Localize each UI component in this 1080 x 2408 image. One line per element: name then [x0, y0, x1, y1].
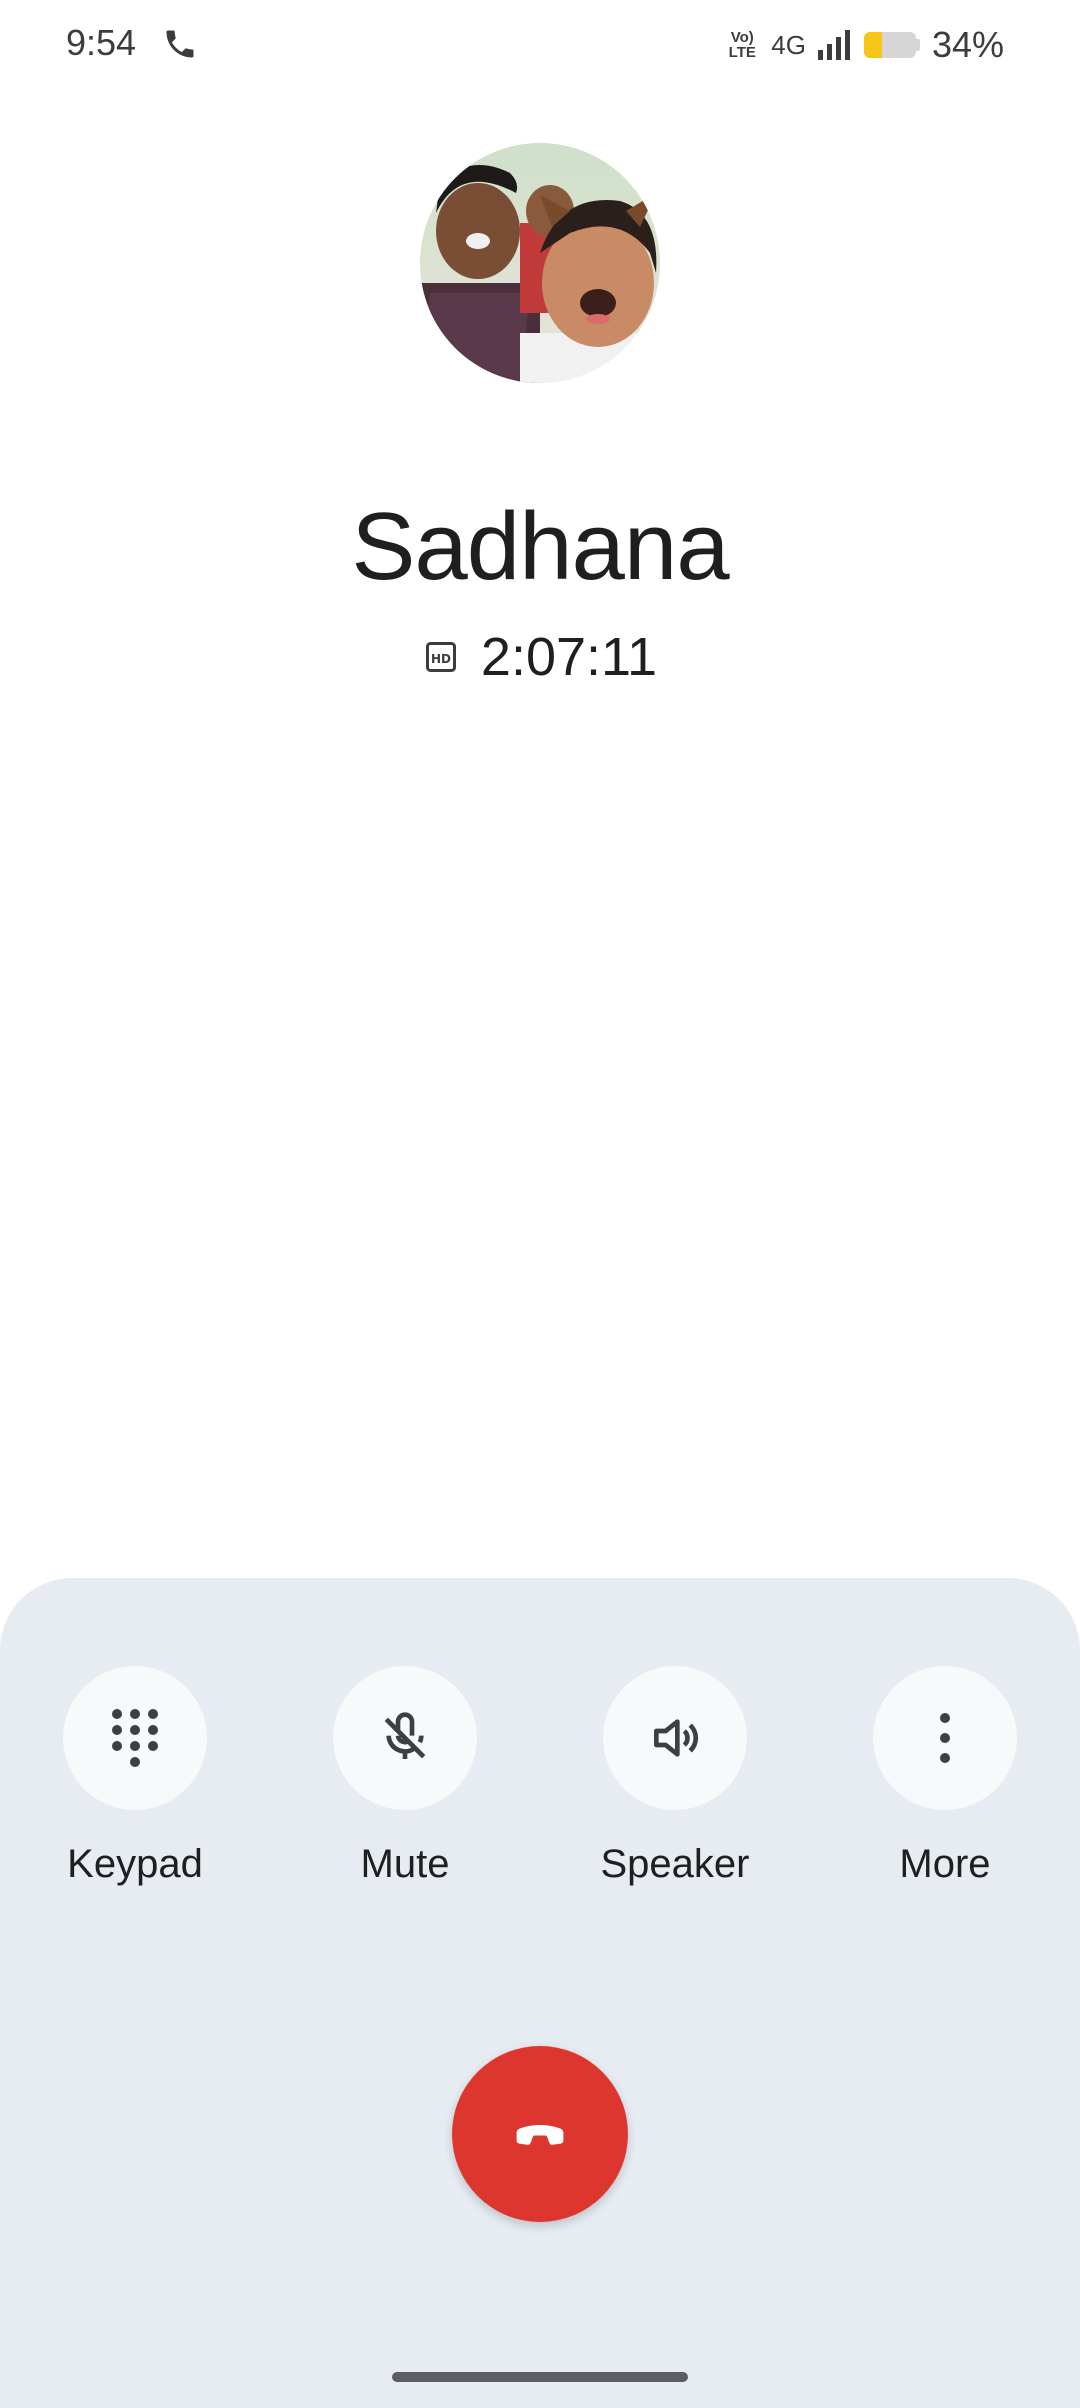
status-bar: 9:54 Vo) LTE 4G 34% — [0, 0, 1080, 90]
speaker-control[interactable]: Speaker — [575, 1666, 775, 1887]
battery-icon — [863, 32, 916, 58]
network-type: 4G — [771, 29, 806, 60]
keypad-label: Keypad — [67, 1842, 203, 1886]
call-controls-panel: Keypad Mute Speaker More — [0, 1578, 1080, 2408]
contact-name: Sadhana — [351, 493, 729, 600]
battery-fill — [863, 32, 882, 58]
call-end-icon — [516, 2125, 564, 2145]
svg-text:HD: HD — [431, 652, 451, 666]
volte-bottom-text: LTE — [728, 44, 756, 61]
dialpad-icon — [112, 1709, 158, 1767]
volume-icon — [654, 1719, 699, 1757]
speaker-button[interactable] — [603, 1666, 747, 1810]
contact-photo — [420, 143, 660, 383]
signal-icon — [817, 30, 850, 60]
volte-top-text: Vo) — [730, 29, 754, 46]
phone-icon — [166, 30, 194, 58]
more-button[interactable] — [873, 1666, 1017, 1810]
mute-label: Mute — [360, 1842, 450, 1886]
call-timer: 2:07:11 — [480, 627, 658, 687]
status-time: 9:54 — [66, 22, 137, 63]
end-call-button[interactable] — [452, 2046, 628, 2222]
hd-icon: HD — [425, 642, 456, 672]
more-control[interactable]: More — [845, 1666, 1045, 1887]
more-label: More — [899, 1842, 991, 1886]
battery-percent: 34% — [931, 24, 1004, 65]
battery-nub — [915, 39, 920, 51]
home-indicator[interactable] — [392, 2372, 688, 2382]
speaker-label: Speaker — [600, 1842, 750, 1886]
status-indicators: Vo) LTE 4G 34% — [725, 22, 1004, 68]
more-vertical-icon — [940, 1713, 950, 1763]
call-info: HD 2:07:11 — [0, 626, 1080, 688]
mute-control[interactable]: Mute — [305, 1666, 505, 1887]
mute-button[interactable] — [333, 1666, 477, 1810]
mic-off-icon — [384, 1712, 426, 1759]
contact-avatar — [420, 143, 660, 383]
call-screen: 9:54 Vo) LTE 4G 34% Sadhana HD 2:07:11 K… — [0, 0, 1080, 2408]
keypad-button[interactable] — [63, 1666, 207, 1810]
volte-indicator: Vo) LTE — [725, 30, 759, 60]
keypad-control[interactable]: Keypad — [35, 1666, 235, 1887]
